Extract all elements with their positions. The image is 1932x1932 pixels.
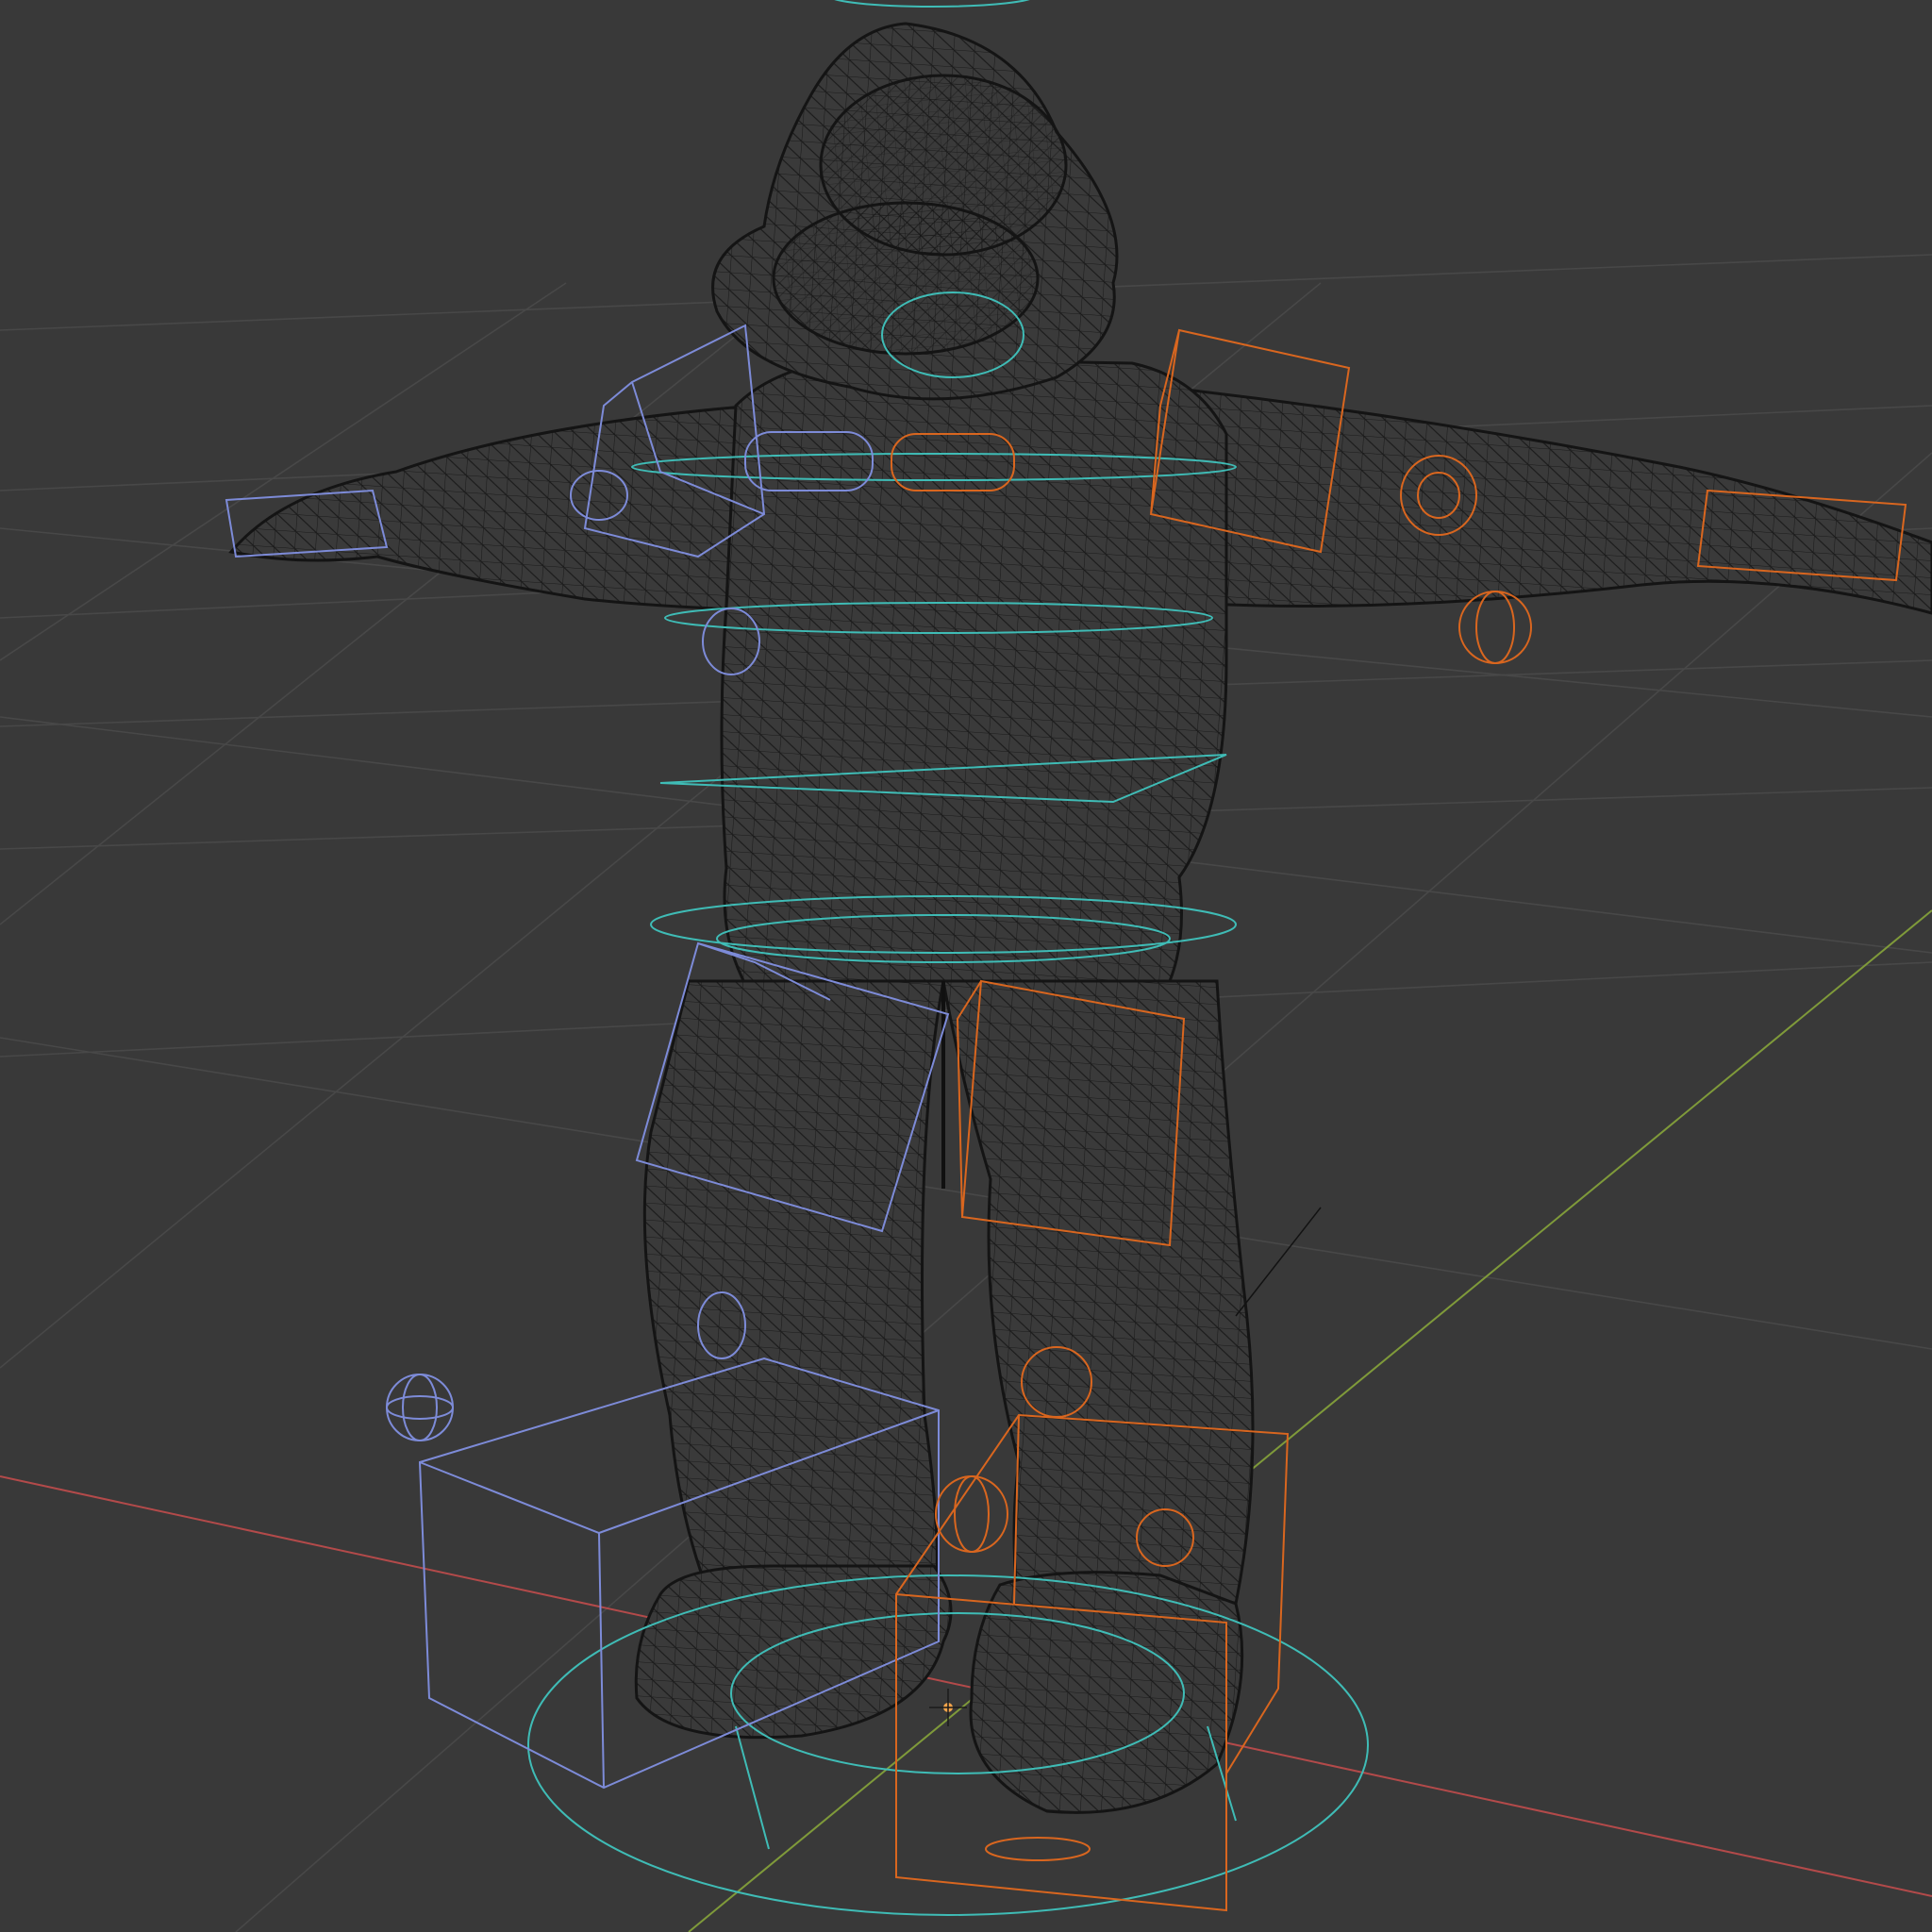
- bone-line: [1235, 1207, 1322, 1317]
- x-axis-line: [0, 1475, 1932, 1897]
- right-pole-sphere-widget-icon[interactable]: [1458, 591, 1532, 664]
- right-pole-sphere-widget-icon-lower[interactable]: [935, 1475, 1008, 1553]
- character-mesh[interactable]: [228, 22, 1932, 1814]
- left-pole-sphere-widget-icon[interactable]: [386, 1374, 454, 1441]
- 3d-viewport[interactable]: [0, 0, 1932, 1932]
- object-origin-pivot-icon[interactable]: [929, 1689, 967, 1726]
- viewport-canvas[interactable]: [0, 0, 1932, 1932]
